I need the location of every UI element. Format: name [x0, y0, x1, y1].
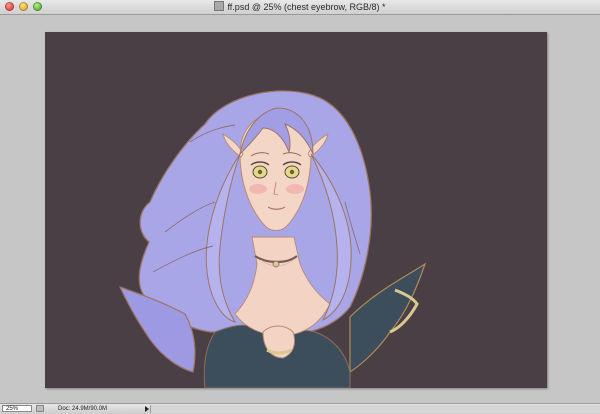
document-canvas[interactable]	[45, 32, 547, 388]
document-proxy-icon[interactable]	[214, 1, 225, 11]
window-title-container: ff.psd @ 25% (chest eyebrow, RGB/8) *	[0, 1, 600, 13]
status-menu-arrow-icon[interactable]	[145, 406, 149, 412]
photoshop-document-window: ff.psd @ 25% (chest eyebrow, RGB/8) * 25…	[0, 0, 600, 414]
window-title: ff.psd @ 25% (chest eyebrow, RGB/8) *	[227, 2, 386, 12]
zoom-level-field[interactable]: 25%	[2, 405, 32, 412]
horizontal-scrollbar[interactable]	[150, 405, 600, 413]
artwork-illustration	[45, 32, 547, 388]
title-bar[interactable]: ff.psd @ 25% (chest eyebrow, RGB/8) *	[0, 0, 600, 15]
status-preview-icon[interactable]	[36, 405, 44, 412]
status-bar: 25% Doc: 24.9M/90.0M	[0, 403, 600, 414]
canvas-workspace[interactable]	[0, 15, 600, 403]
